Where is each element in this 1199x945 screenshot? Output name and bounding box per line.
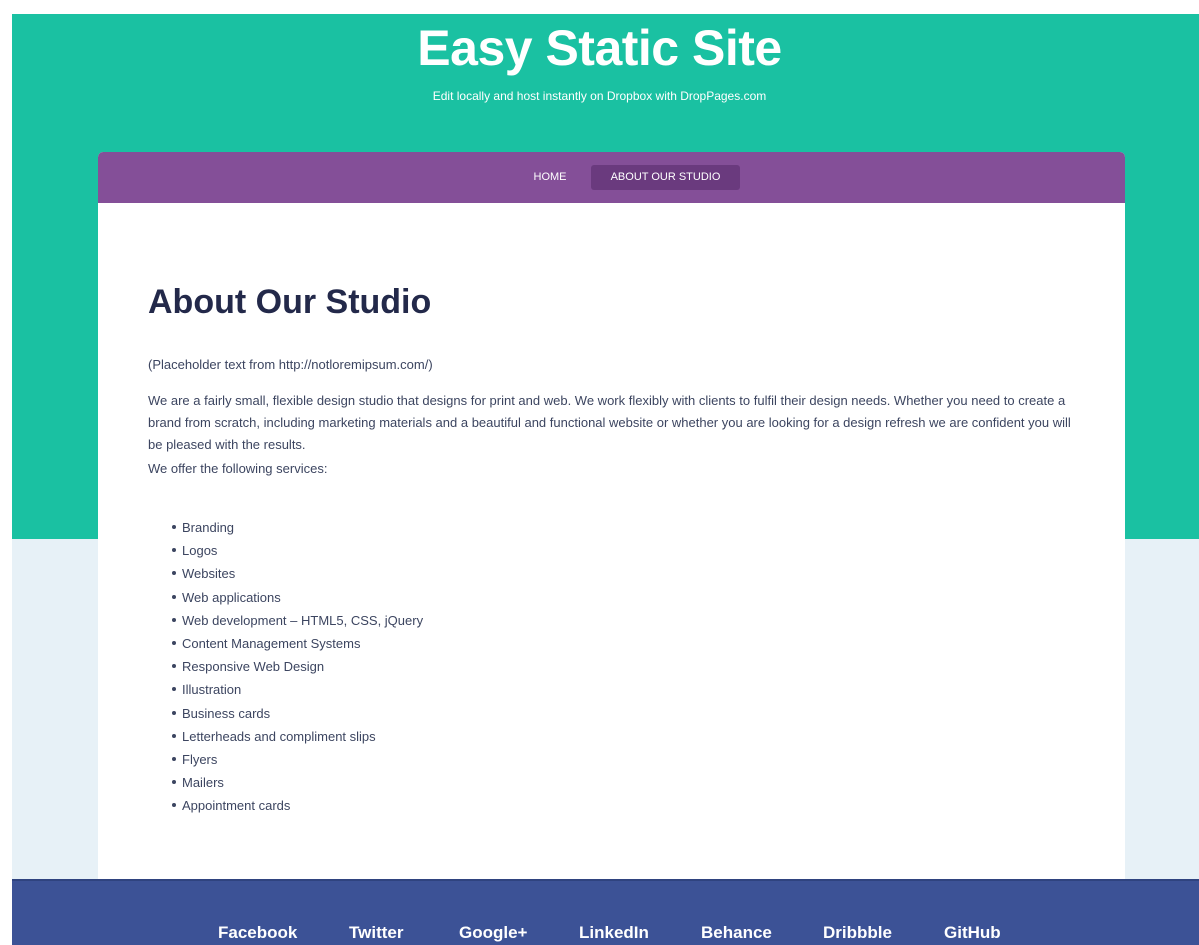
service-label: Business cards bbox=[182, 705, 271, 721]
page-title: About Our Studio bbox=[148, 283, 432, 321]
main-nav: HOME ABOUT OUR STUDIO bbox=[98, 152, 1125, 203]
nav-item-about-our-studio[interactable]: ABOUT OUR STUDIO bbox=[591, 165, 740, 190]
list-item: Illustration bbox=[172, 678, 423, 701]
footer-link-facebook[interactable]: Facebook bbox=[218, 923, 297, 943]
list-item: Responsive Web Design bbox=[172, 655, 423, 678]
placeholder-link[interactable]: http://notloremipsum.com/ bbox=[279, 357, 429, 372]
bullet-icon bbox=[172, 803, 176, 808]
bullet-icon bbox=[172, 571, 176, 576]
bullet-icon bbox=[172, 525, 176, 529]
site-tagline: Edit locally and host instantly on Dropb… bbox=[432, 89, 767, 103]
service-label: Illustration bbox=[182, 682, 242, 698]
bullet-icon bbox=[172, 617, 176, 622]
footer-link-dribbble[interactable]: Dribbble bbox=[823, 923, 892, 943]
footer-link-twitter[interactable]: Twitter bbox=[349, 923, 403, 943]
service-label: Flyers bbox=[182, 752, 218, 768]
site-title[interactable]: Easy Static Site bbox=[0, 18, 1199, 78]
bullet-icon bbox=[172, 733, 176, 738]
list-item: Flyers bbox=[172, 748, 423, 771]
footer-link-github[interactable]: GitHub bbox=[944, 923, 1001, 943]
bullet-icon bbox=[172, 548, 176, 553]
list-item: Logos bbox=[172, 539, 423, 562]
service-label: Responsive Web Design bbox=[182, 659, 325, 675]
footer-link-linkedin[interactable]: LinkedIn bbox=[579, 923, 649, 943]
nav-item-home[interactable]: HOME bbox=[522, 165, 578, 190]
placeholder-suffix: ) bbox=[428, 357, 433, 372]
bullet-icon bbox=[172, 664, 176, 669]
list-item: Letterheads and compliment slips bbox=[172, 725, 423, 748]
list-item: Content Management Systems bbox=[172, 632, 423, 655]
service-label: Mailers bbox=[182, 775, 224, 791]
footer-link-behance[interactable]: Behance bbox=[701, 923, 772, 943]
list-item: Mailers bbox=[172, 771, 423, 794]
services-intro: We offer the following services: bbox=[148, 461, 328, 476]
bullet-icon bbox=[172, 641, 176, 646]
service-label: Websites bbox=[182, 566, 236, 582]
service-label: Web development – HTML5, CSS, jQuery bbox=[182, 612, 424, 628]
footer: Facebook Twitter Google+ LinkedIn Behanc… bbox=[12, 879, 1199, 945]
list-item: Websites bbox=[172, 562, 423, 585]
list-item: Appointment cards bbox=[172, 794, 423, 817]
list-item: Branding bbox=[172, 516, 423, 539]
content-card: HOME ABOUT OUR STUDIO About Our Studio (… bbox=[98, 152, 1125, 879]
services-list: Branding Logos Websites Web applications… bbox=[148, 516, 423, 818]
list-item: Business cards bbox=[172, 702, 423, 725]
list-item: Web development – HTML5, CSS, jQuery bbox=[172, 609, 424, 632]
bullet-icon bbox=[172, 757, 176, 762]
main-content: About Our Studio (Placeholder text from … bbox=[148, 280, 1078, 813]
bullet-icon bbox=[172, 687, 176, 692]
bullet-icon bbox=[172, 780, 176, 785]
service-label: Appointment cards bbox=[182, 798, 291, 814]
bullet-icon bbox=[172, 594, 176, 599]
service-label: Branding bbox=[182, 520, 235, 535]
list-item: Web applications bbox=[172, 586, 423, 609]
footer-link-google-plus[interactable]: Google+ bbox=[459, 923, 527, 943]
service-label: Content Management Systems bbox=[182, 636, 361, 652]
placeholder-note: (Placeholder text from http://notloremip… bbox=[148, 354, 1078, 376]
bullet-icon bbox=[172, 710, 176, 715]
service-label: Letterheads and compliment slips bbox=[182, 728, 376, 744]
placeholder-prefix: (Placeholder text from bbox=[148, 357, 279, 372]
service-label: Web applications bbox=[182, 589, 281, 605]
service-label: Logos bbox=[182, 543, 218, 559]
intro-paragraph: We are a fairly small, flexible design s… bbox=[148, 393, 1071, 452]
